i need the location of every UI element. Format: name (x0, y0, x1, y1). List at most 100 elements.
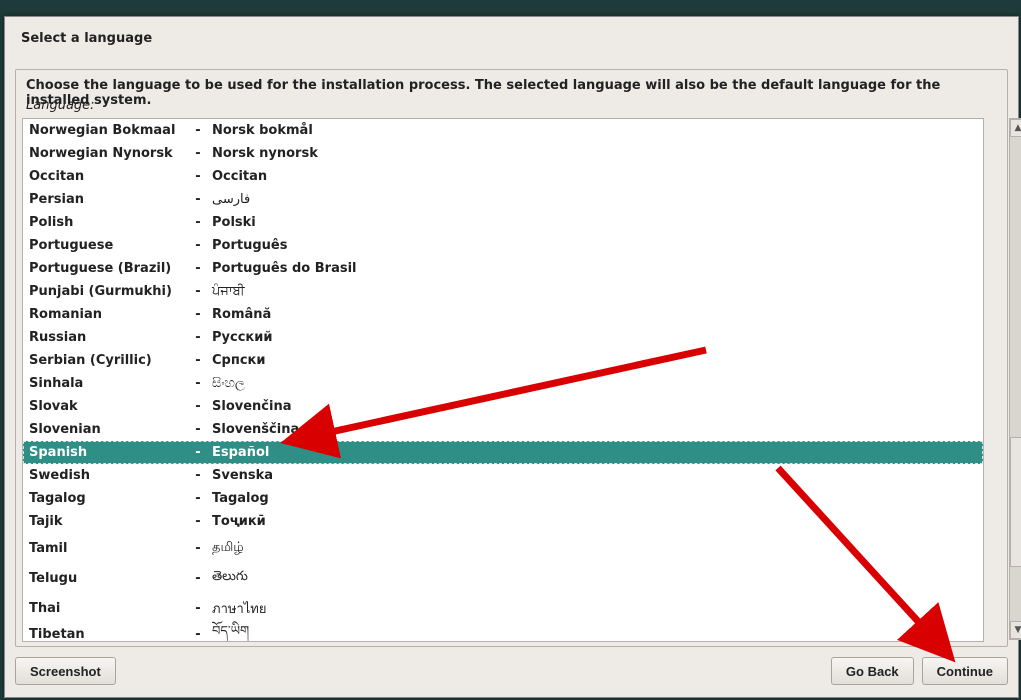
language-native-name: தமிழ் (212, 540, 244, 556)
separator: - (184, 261, 212, 276)
language-row[interactable]: Swedish-Svenska (23, 464, 983, 487)
language-english-name: Tibetan (29, 627, 184, 642)
language-english-name: Tamil (29, 541, 184, 556)
separator: - (184, 627, 212, 642)
hint-text: Choose the language to be used for the i… (26, 78, 997, 108)
separator: - (184, 445, 212, 460)
language-native-name: Slovenščina (212, 422, 299, 437)
separator: - (184, 541, 212, 556)
language-row[interactable]: Telugu-తెలుగు (23, 563, 983, 593)
language-english-name: Sinhala (29, 376, 184, 391)
language-native-name: Occitan (212, 169, 267, 184)
continue-button[interactable]: Continue (922, 657, 1008, 685)
language-native-name: Тоҷикӣ (212, 514, 266, 529)
language-row[interactable]: Norwegian Bokmaal-Norsk bokmål (23, 119, 983, 142)
separator: - (184, 491, 212, 506)
language-english-name: Telugu (29, 571, 184, 586)
language-row[interactable]: Serbian (Cyrillic)-Српски (23, 349, 983, 372)
language-native-name: සිංහල (212, 376, 245, 391)
scroll-thumb[interactable] (1010, 437, 1021, 567)
separator: - (184, 169, 212, 184)
installer-window: Select a language Choose the language to… (4, 16, 1019, 698)
separator: - (184, 399, 212, 414)
language-english-name: Spanish (29, 445, 184, 460)
language-english-name: Portuguese (29, 238, 184, 253)
scroll-up-button[interactable]: ▲ (1010, 119, 1021, 137)
language-english-name: Norwegian Nynorsk (29, 146, 184, 161)
language-native-name: Polski (212, 215, 256, 230)
language-native-name: Español (212, 445, 269, 460)
language-native-name: Slovenčina (212, 399, 292, 414)
language-native-name: Português do Brasil (212, 261, 357, 276)
language-english-name: Thai (29, 601, 184, 616)
language-row[interactable]: Slovak-Slovenčina (23, 395, 983, 418)
separator: - (184, 238, 212, 253)
separator: - (184, 215, 212, 230)
language-english-name: Serbian (Cyrillic) (29, 353, 184, 368)
language-native-name: Português (212, 238, 287, 253)
go-back-button[interactable]: Go Back (831, 657, 914, 685)
language-list[interactable]: Norwegian Bokmaal-Norsk bokmålNorwegian … (22, 118, 984, 642)
language-panel: Choose the language to be used for the i… (15, 69, 1008, 647)
language-native-name: తెలుగు (212, 569, 248, 587)
language-row[interactable]: Spanish-Español (23, 441, 983, 464)
language-row[interactable]: Russian-Русский (23, 326, 983, 349)
language-english-name: Slovak (29, 399, 184, 414)
language-native-name: ਪੰਜਾਬੀ (212, 284, 245, 299)
language-english-name: Slovenian (29, 422, 184, 437)
separator: - (184, 146, 212, 161)
language-row[interactable]: Romanian-Română (23, 303, 983, 326)
separator: - (184, 601, 212, 616)
language-row[interactable]: Tamil-தமிழ் (23, 533, 983, 563)
scrollbar[interactable]: ▲ ▼ (1009, 118, 1021, 640)
screenshot-button[interactable]: Screenshot (15, 657, 116, 685)
separator: - (184, 307, 212, 322)
language-field-label: Language: (26, 98, 95, 113)
language-row[interactable]: Polish-Polski (23, 211, 983, 234)
language-native-name: བོད་ཡིག (212, 616, 249, 642)
language-english-name: Tajik (29, 514, 184, 529)
scroll-track[interactable] (1010, 137, 1021, 621)
language-row[interactable]: Sinhala-සිංහල (23, 372, 983, 395)
separator: - (184, 330, 212, 345)
language-row[interactable]: Persian-فارسی (23, 188, 983, 211)
separator: - (184, 353, 212, 368)
language-english-name: Romanian (29, 307, 184, 322)
scroll-down-button[interactable]: ▼ (1010, 621, 1021, 639)
language-english-name: Persian (29, 192, 184, 207)
language-native-name: Norsk bokmål (212, 123, 313, 138)
language-row[interactable]: Tibetan-བོད་ཡིག (23, 623, 983, 642)
footer-bar: Screenshot Go Back Continue (15, 657, 1008, 687)
language-english-name: Swedish (29, 468, 184, 483)
separator: - (184, 284, 212, 299)
separator: - (184, 123, 212, 138)
language-native-name: Русский (212, 330, 272, 345)
language-native-name: Svenska (212, 468, 273, 483)
separator: - (184, 422, 212, 437)
separator: - (184, 468, 212, 483)
separator: - (184, 571, 212, 586)
language-native-name: Română (212, 307, 271, 322)
separator: - (184, 192, 212, 207)
language-english-name: Tagalog (29, 491, 184, 506)
separator: - (184, 514, 212, 529)
language-row[interactable]: Portuguese-Português (23, 234, 983, 257)
language-row[interactable]: Tagalog-Tagalog (23, 487, 983, 510)
language-english-name: Polish (29, 215, 184, 230)
language-row[interactable]: Slovenian-Slovenščina (23, 418, 983, 441)
language-row[interactable]: Portuguese (Brazil)-Português do Brasil (23, 257, 983, 280)
separator: - (184, 376, 212, 391)
language-native-name: Norsk nynorsk (212, 146, 318, 161)
language-row[interactable]: Occitan-Occitan (23, 165, 983, 188)
language-row[interactable]: Tajik-Тоҷикӣ (23, 510, 983, 533)
language-row[interactable]: Norwegian Nynorsk-Norsk nynorsk (23, 142, 983, 165)
language-english-name: Punjabi (Gurmukhi) (29, 284, 184, 299)
language-row[interactable]: Punjabi (Gurmukhi)-ਪੰਜਾਬੀ (23, 280, 983, 303)
language-native-name: Tagalog (212, 491, 269, 506)
page-title: Select a language (21, 31, 152, 46)
language-english-name: Portuguese (Brazil) (29, 261, 184, 276)
language-english-name: Norwegian Bokmaal (29, 123, 184, 138)
language-row[interactable]: Thai-ภาษาไทย (23, 593, 983, 623)
language-native-name: فارسی (212, 192, 250, 207)
language-english-name: Russian (29, 330, 184, 345)
